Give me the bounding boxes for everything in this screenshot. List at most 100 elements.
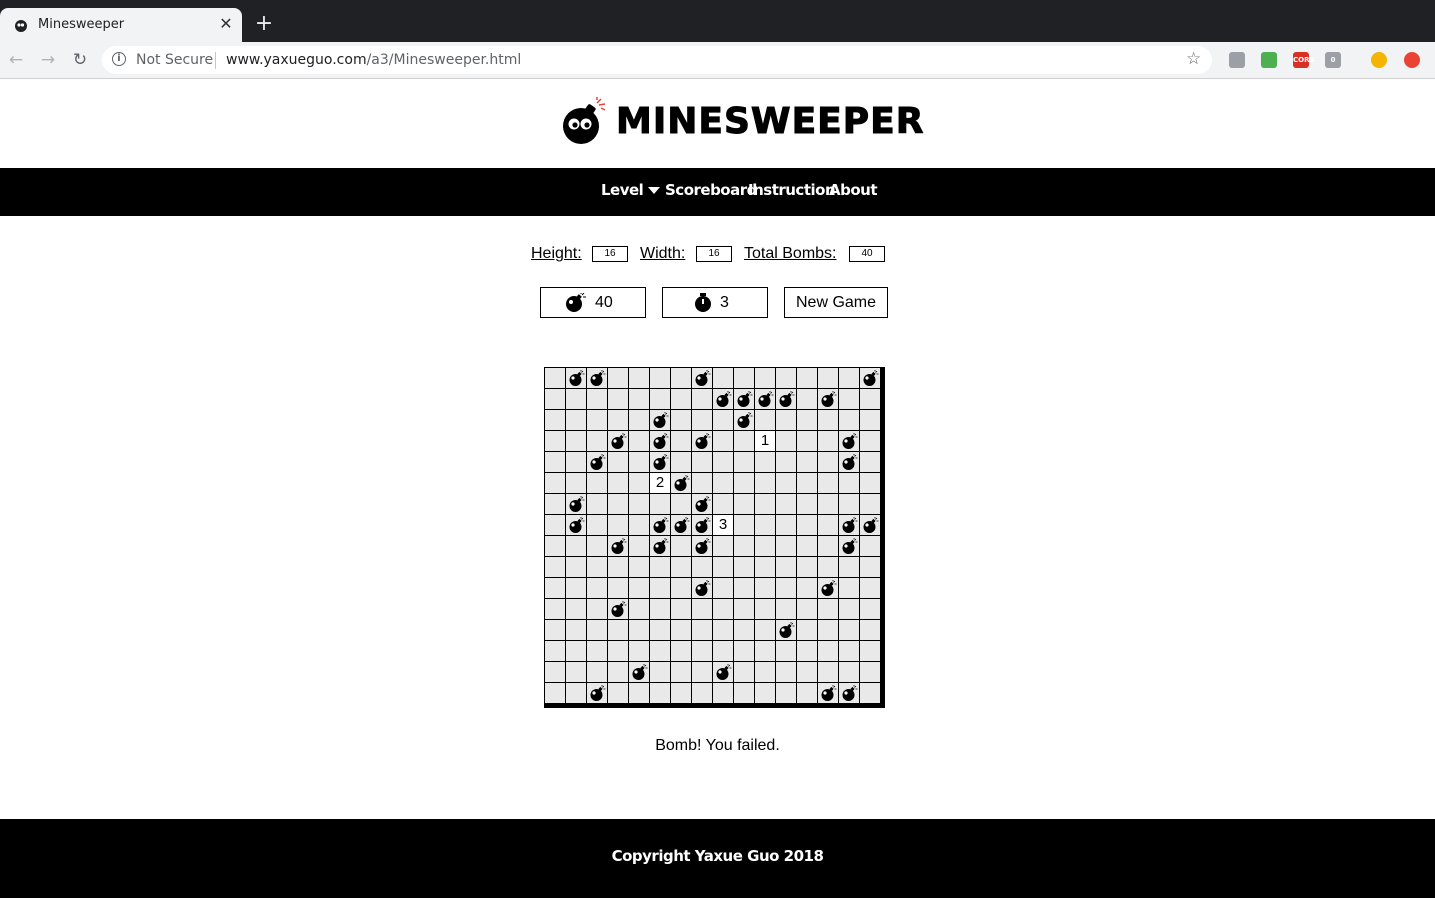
covered-cell[interactable] xyxy=(692,599,712,619)
mine-cell[interactable] xyxy=(776,620,796,640)
address-bar[interactable]: i Not Secure www.yaxueguo.com/a3/Mineswe… xyxy=(102,46,1212,74)
tab-close-icon[interactable]: ✕ xyxy=(216,14,236,34)
covered-cell[interactable] xyxy=(566,557,586,577)
covered-cell[interactable] xyxy=(776,578,796,598)
mine-cell[interactable] xyxy=(587,683,607,703)
covered-cell[interactable] xyxy=(629,452,649,472)
covered-cell[interactable] xyxy=(608,578,628,598)
covered-cell[interactable] xyxy=(608,557,628,577)
covered-cell[interactable] xyxy=(629,389,649,409)
covered-cell[interactable] xyxy=(818,368,838,388)
mine-cell[interactable] xyxy=(818,578,838,598)
covered-cell[interactable] xyxy=(629,536,649,556)
covered-cell[interactable] xyxy=(755,662,775,682)
covered-cell[interactable] xyxy=(545,452,565,472)
covered-cell[interactable] xyxy=(545,641,565,661)
covered-cell[interactable] xyxy=(860,536,880,556)
covered-cell[interactable] xyxy=(545,683,565,703)
mine-cell[interactable] xyxy=(608,431,628,451)
covered-cell[interactable] xyxy=(587,620,607,640)
width-input[interactable]: 16 xyxy=(696,246,732,262)
covered-cell[interactable] xyxy=(692,410,712,430)
covered-cell[interactable] xyxy=(776,410,796,430)
covered-cell[interactable] xyxy=(839,368,859,388)
covered-cell[interactable] xyxy=(629,473,649,493)
mine-cell[interactable] xyxy=(692,578,712,598)
covered-cell[interactable] xyxy=(566,662,586,682)
covered-cell[interactable] xyxy=(587,599,607,619)
mine-cell[interactable] xyxy=(650,410,670,430)
covered-cell[interactable] xyxy=(776,452,796,472)
covered-cell[interactable] xyxy=(860,578,880,598)
covered-cell[interactable] xyxy=(713,683,733,703)
covered-cell[interactable] xyxy=(860,662,880,682)
new-game-button[interactable]: New Game xyxy=(784,287,888,318)
covered-cell[interactable] xyxy=(650,599,670,619)
total-bombs-input[interactable]: 40 xyxy=(849,246,885,262)
covered-cell[interactable] xyxy=(734,662,754,682)
covered-cell[interactable] xyxy=(860,473,880,493)
covered-cell[interactable] xyxy=(776,536,796,556)
covered-cell[interactable] xyxy=(839,557,859,577)
covered-cell[interactable] xyxy=(545,620,565,640)
covered-cell[interactable] xyxy=(566,473,586,493)
record-extension-icon[interactable] xyxy=(1404,52,1420,68)
mine-cell[interactable] xyxy=(587,452,607,472)
covered-cell[interactable] xyxy=(839,641,859,661)
covered-cell[interactable] xyxy=(734,536,754,556)
covered-cell[interactable] xyxy=(776,641,796,661)
covered-cell[interactable] xyxy=(734,599,754,619)
covered-cell[interactable] xyxy=(692,473,712,493)
covered-cell[interactable] xyxy=(839,620,859,640)
shield-extension-icon[interactable] xyxy=(1261,52,1277,68)
covered-cell[interactable] xyxy=(671,557,691,577)
mine-cell[interactable] xyxy=(839,431,859,451)
covered-cell[interactable] xyxy=(587,389,607,409)
covered-cell[interactable] xyxy=(692,662,712,682)
covered-cell[interactable] xyxy=(776,473,796,493)
covered-cell[interactable] xyxy=(734,620,754,640)
covered-cell[interactable] xyxy=(860,683,880,703)
covered-cell[interactable] xyxy=(650,620,670,640)
mine-cell[interactable] xyxy=(692,536,712,556)
covered-cell[interactable] xyxy=(650,368,670,388)
covered-cell[interactable] xyxy=(797,515,817,535)
nav-level-dropdown[interactable]: Level xyxy=(601,181,661,199)
covered-cell[interactable] xyxy=(797,431,817,451)
mine-cell[interactable] xyxy=(860,515,880,535)
covered-cell[interactable] xyxy=(860,389,880,409)
covered-cell[interactable] xyxy=(713,536,733,556)
covered-cell[interactable] xyxy=(629,494,649,514)
covered-cell[interactable] xyxy=(860,599,880,619)
covered-cell[interactable] xyxy=(839,578,859,598)
covered-cell[interactable] xyxy=(797,536,817,556)
covered-cell[interactable] xyxy=(671,620,691,640)
covered-cell[interactable] xyxy=(860,410,880,430)
covered-cell[interactable] xyxy=(797,599,817,619)
covered-cell[interactable] xyxy=(566,641,586,661)
covered-cell[interactable] xyxy=(734,452,754,472)
covered-cell[interactable] xyxy=(839,599,859,619)
covered-cell[interactable] xyxy=(671,641,691,661)
covered-cell[interactable] xyxy=(818,515,838,535)
covered-cell[interactable] xyxy=(797,578,817,598)
mine-cell[interactable] xyxy=(629,662,649,682)
mine-cell[interactable] xyxy=(776,389,796,409)
covered-cell[interactable] xyxy=(818,452,838,472)
revealed-number-cell[interactable]: 3 xyxy=(713,515,733,535)
covered-cell[interactable] xyxy=(734,431,754,451)
covered-cell[interactable] xyxy=(608,410,628,430)
covered-cell[interactable] xyxy=(671,578,691,598)
covered-cell[interactable] xyxy=(797,557,817,577)
covered-cell[interactable] xyxy=(755,557,775,577)
covered-cell[interactable] xyxy=(629,410,649,430)
covered-cell[interactable] xyxy=(818,620,838,640)
mine-cell[interactable] xyxy=(692,368,712,388)
mine-cell[interactable] xyxy=(818,683,838,703)
covered-cell[interactable] xyxy=(692,641,712,661)
covered-cell[interactable] xyxy=(776,494,796,514)
covered-cell[interactable] xyxy=(734,494,754,514)
covered-cell[interactable] xyxy=(797,389,817,409)
covered-cell[interactable] xyxy=(776,683,796,703)
covered-cell[interactable] xyxy=(587,536,607,556)
